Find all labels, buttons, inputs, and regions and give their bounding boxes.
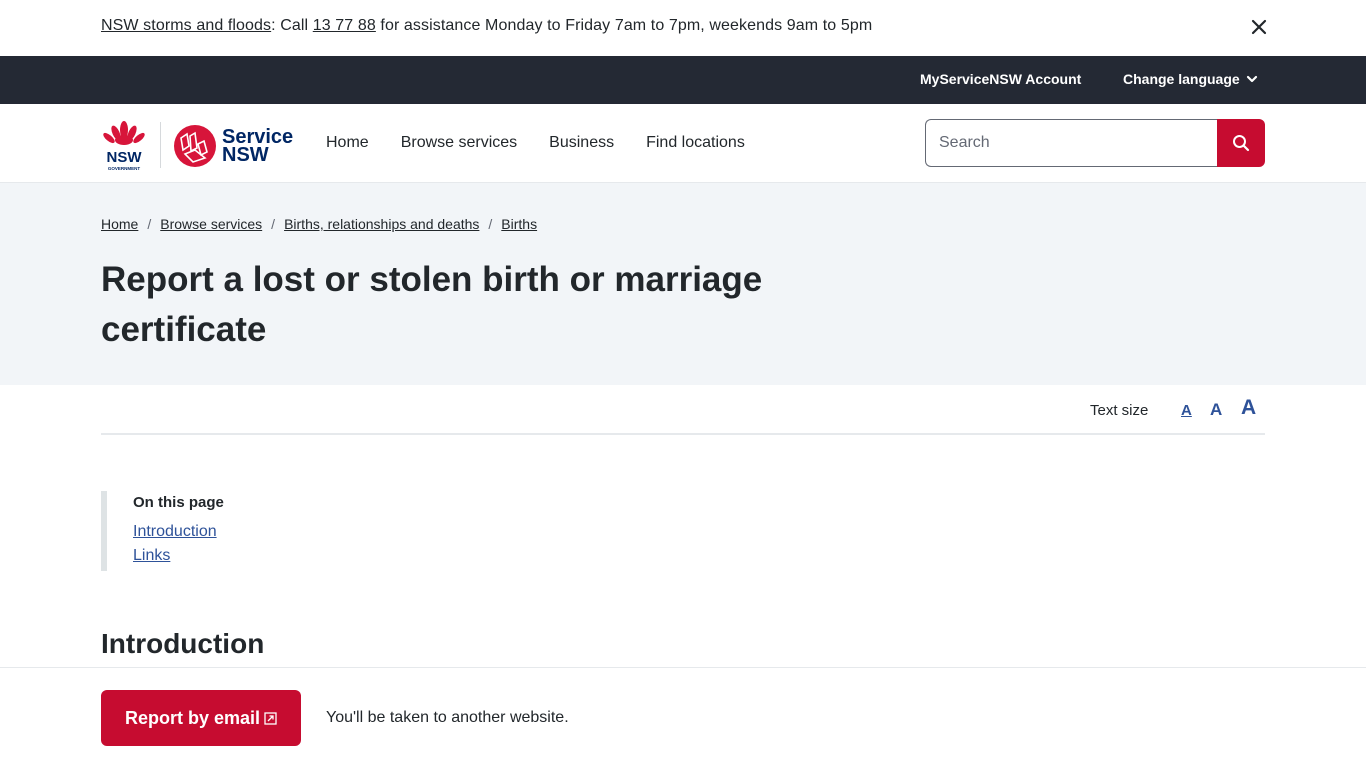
breadcrumb-browse-services[interactable]: Browse services	[160, 216, 262, 232]
search-button[interactable]	[1217, 119, 1265, 167]
chevron-down-icon	[1246, 75, 1257, 83]
on-this-page: On this page Introduction Links	[101, 491, 301, 571]
close-icon	[1251, 19, 1267, 35]
change-language-button[interactable]: Change language	[1123, 71, 1258, 87]
nav-business[interactable]: Business	[549, 134, 614, 152]
on-this-page-link-links[interactable]: Links	[133, 546, 301, 565]
text-size-label: Text size	[1090, 402, 1149, 419]
alert-hours-text: for assistance Monday to Friday 7am to 7…	[375, 17, 873, 34]
page-title: Report a lost or stolen birth or marriag…	[101, 260, 763, 349]
alert-banner: NSW storms and floods: Call 13 77 88 for…	[0, 0, 1366, 56]
service-nsw-logo-mark[interactable]	[173, 124, 217, 168]
logo-divider	[160, 122, 161, 168]
nav-browse-services[interactable]: Browse services	[401, 134, 517, 152]
report-by-email-label: Report by email	[124, 707, 261, 728]
external-site-note: You'll be taken to another website.	[326, 709, 569, 726]
introduction-heading: Introduction	[101, 628, 265, 659]
external-link-icon	[264, 711, 277, 725]
text-size-control: Text size A A A	[0, 385, 1366, 435]
breadcrumb: Home / Browse services / Births, relatio…	[101, 216, 537, 232]
search-field	[925, 119, 1217, 167]
breadcrumb-separator: /	[147, 216, 152, 232]
logo-line-2: NSW	[222, 144, 269, 166]
breadcrumb-separator: /	[488, 216, 493, 232]
main-nav: Home Browse services Business Find locat…	[326, 134, 777, 152]
svg-text:GOVERNMENT: GOVERNMENT	[108, 166, 141, 171]
report-by-email-button[interactable]: Report by email	[101, 690, 301, 746]
search-icon	[1233, 135, 1250, 152]
sticky-cta-bar: Report by email You'll be taken to anoth…	[0, 667, 1366, 768]
text-size-small-button[interactable]: A	[1181, 402, 1192, 419]
breadcrumb-home[interactable]: Home	[101, 216, 138, 232]
svg-text:NSW: NSW	[107, 149, 143, 166]
on-this-page-title: On this page	[133, 494, 224, 511]
text-size-medium-button[interactable]: A	[1210, 400, 1222, 420]
search-input[interactable]	[926, 120, 1217, 166]
phone-link[interactable]: 13 77 88	[313, 17, 376, 34]
alert-call-text: Call	[275, 17, 313, 34]
page-hero: Home / Browse services / Births, relatio…	[0, 183, 1366, 385]
storms-floods-link[interactable]: NSW storms and floods	[101, 17, 271, 34]
alert-message: NSW storms and floods: Call 13 77 88 for…	[101, 17, 872, 35]
nav-home[interactable]: Home	[326, 134, 369, 152]
text-size-large-button[interactable]: A	[1241, 396, 1256, 420]
change-language-label: Change language	[1123, 71, 1240, 87]
myservicensw-account-link[interactable]: MyServiceNSW Account	[920, 71, 1081, 87]
utility-bar: MyServiceNSW Account Change language	[0, 56, 1366, 104]
divider	[101, 433, 1265, 435]
breadcrumb-births[interactable]: Births	[501, 216, 537, 232]
nav-find-locations[interactable]: Find locations	[646, 134, 745, 152]
breadcrumb-births-relationships-deaths[interactable]: Births, relationships and deaths	[284, 216, 479, 232]
alert-close-button[interactable]	[1249, 17, 1269, 37]
service-nsw-logo-text: Service NSW	[222, 127, 293, 166]
breadcrumb-separator: /	[271, 216, 276, 232]
nsw-government-logo[interactable]: NSW GOVERNMENT	[101, 120, 147, 172]
site-header: NSW GOVERNMENT Service NSW Home Browse s…	[0, 104, 1366, 183]
on-this-page-link-introduction[interactable]: Introduction	[133, 522, 301, 541]
